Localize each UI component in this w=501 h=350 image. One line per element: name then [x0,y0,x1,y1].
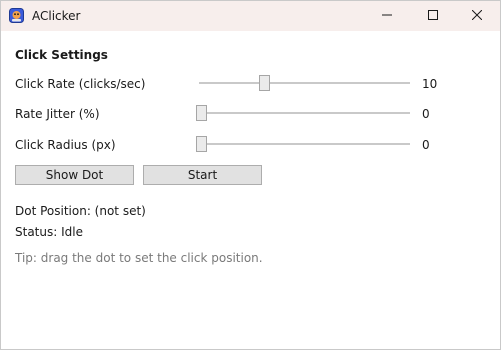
slider-thumb[interactable] [259,75,270,91]
start-button[interactable]: Start [143,165,262,185]
slider-track [199,143,410,145]
app-window: AClicker Click Settings Click Rate (clic… [0,0,501,350]
slider-track [199,82,410,84]
section-title: Click Settings [15,48,108,62]
window-title: AClicker [32,9,81,23]
slider-thumb[interactable] [196,105,207,121]
close-icon [471,9,483,23]
click-radius-label: Click Radius (px) [15,138,116,152]
click-radius-value: 0 [422,138,430,152]
rate-jitter-slider[interactable] [196,105,411,121]
click-radius-slider[interactable] [196,136,411,152]
dot-position-text: Dot Position: (not set) [15,204,146,218]
slider-track [199,112,410,114]
slider-thumb[interactable] [196,136,207,152]
close-button[interactable] [454,1,500,31]
minimize-button[interactable] [364,1,410,31]
tip-text: Tip: drag the dot to set the click posit… [15,251,263,265]
click-rate-slider[interactable] [199,75,411,91]
minimize-icon [382,9,392,23]
main-content: Click Settings Click Rate (clicks/sec) 1… [1,31,500,349]
rate-jitter-label: Rate Jitter (%) [15,107,100,121]
maximize-button[interactable] [410,1,456,31]
maximize-icon [428,9,438,23]
title-bar[interactable]: AClicker [1,1,500,31]
show-dot-button[interactable]: Show Dot [15,165,134,185]
app-logo-icon [9,8,24,23]
status-text: Status: Idle [15,225,83,239]
click-rate-label: Click Rate (clicks/sec) [15,77,146,91]
rate-jitter-value: 0 [422,107,430,121]
click-rate-value: 10 [422,77,438,91]
